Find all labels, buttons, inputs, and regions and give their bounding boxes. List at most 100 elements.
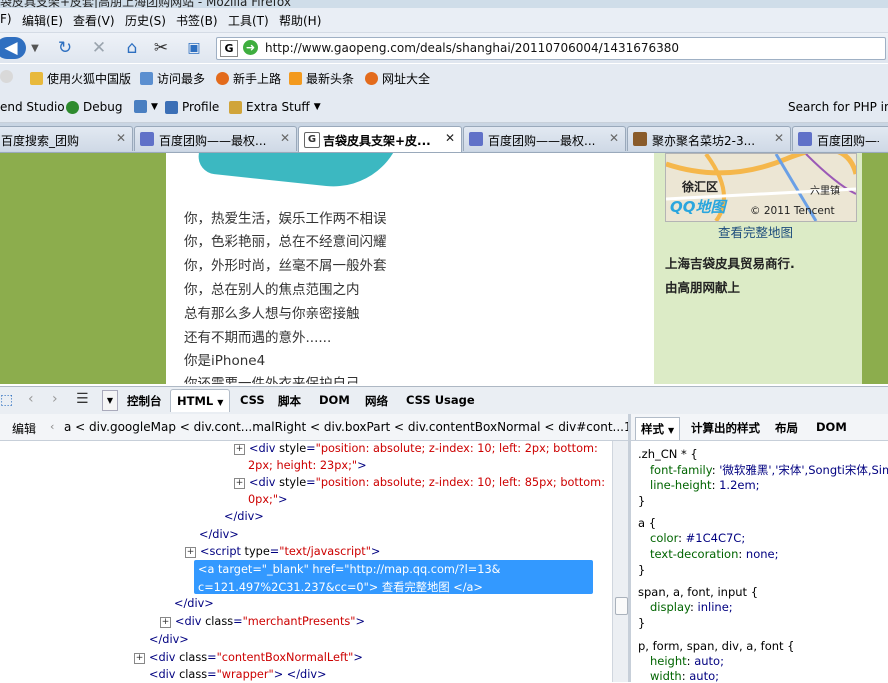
css-selector[interactable]: p, form, span, div, a, font { [638,639,795,653]
bookmark-site-directory[interactable]: 网址大全 [365,70,430,87]
chevron-left-icon[interactable]: ‹ [50,420,54,433]
tab-baidu-tuangou-2[interactable]: 百度团购——最权... ✕ [463,126,626,151]
html-node[interactable]: + <div class="contentBoxNormalLeft"> [134,651,363,664]
window-title-bar: 袋皮具支架+皮套|高朋上海团购网站 - Mozilla Firefox [0,0,888,8]
html-node[interactable]: + <div style="position: absolute; z-index… [234,476,605,489]
css-declaration[interactable]: width: auto; [650,669,719,683]
html-close-tag[interactable]: </div> [199,528,239,541]
close-icon[interactable]: ✕ [116,131,126,145]
bookmark-getting-started[interactable]: 新手上路 [216,70,281,87]
menu-history[interactable]: 历史(S) [125,12,166,29]
paw-icon [798,132,812,146]
html-node[interactable]: <div class="wrapper"> </div> [149,668,327,681]
bookmark-firefox-china[interactable]: 使用火狐中国版 [30,70,131,87]
search-php-field[interactable]: Search for PHP in [788,100,888,114]
side-panel-tabs: 样式 ▼ 计算出的样式 布局 DOM [631,414,888,441]
menu-edit[interactable]: 编辑(E) [22,12,63,29]
fb-tab-css-usage[interactable]: CSS Usage [406,393,475,407]
map-thumbnail[interactable]: 徐汇区 六里镇 QQ地图 © 2011 Tencent [665,153,857,222]
css-declaration[interactable]: font-family: '微软雅黑','宋体',Songti宋体,SimSu [650,462,888,478]
paw-icon [469,132,483,146]
expand-icon[interactable]: + [234,477,245,489]
debug-button[interactable]: Debug [66,100,122,114]
fb-tab-html[interactable]: HTML ▼ [170,389,231,412]
css-declaration[interactable]: height: auto; [650,654,724,668]
scrollbar-thumb[interactable] [615,597,628,615]
expand-icon[interactable]: + [160,616,171,628]
menu-tools[interactable]: 工具(T) [228,12,269,29]
menu-bookmarks[interactable]: 书签(B) [176,12,218,29]
side-tab-style[interactable]: 样式 ▼ [635,417,681,440]
menu-view[interactable]: 查看(V) [73,12,115,29]
extra-stuff-button[interactable]: Extra Stuff ▼ [229,100,321,114]
history-dropdown-button[interactable]: ▼ [24,37,46,59]
fb-tab-console[interactable]: 控制台 [127,393,162,409]
html-close-tag[interactable]: </div> [149,633,189,646]
selected-node-line[interactable]: c=121.497%2C31.237&cc=0"> 查看完整地图 </a> [198,579,483,595]
home-button[interactable]: ⌂ [121,37,143,59]
breadcrumb[interactable]: a < div.googleMap < div.cont...malRight … [64,420,638,434]
close-icon[interactable]: ✕ [445,131,455,145]
fb-tab-dom[interactable]: DOM [319,393,350,407]
side-tab-dom[interactable]: DOM [816,420,847,434]
tab-juyiju[interactable]: 聚亦聚名菜坊2-3... ✕ [627,126,791,151]
firefox-icon [216,72,229,85]
side-tab-layout[interactable]: 布局 [775,420,798,436]
paw-icon [140,132,154,146]
html-close-tag[interactable]: </div> [224,510,264,523]
selected-node-line[interactable]: <a target="_blank" href="http://map.qq.c… [198,563,500,576]
back-icon[interactable]: ‹ [28,391,34,407]
css-selector[interactable]: a { [638,516,656,530]
bookmark-latest-headlines[interactable]: 最新头条 [289,70,354,87]
url-input[interactable]: http://www.gaopeng.com/deals/shanghai/20… [265,41,679,55]
reload-icon: ↻ [57,38,73,58]
close-icon[interactable]: ✕ [280,131,290,145]
tab-baidu-search[interactable]: 百度搜索_团购 ✕ [0,126,133,151]
html-node[interactable]: + <div style="position: absolute; z-index… [234,442,598,455]
html-panel-scrollbar[interactable] [612,441,629,682]
zend-studio-button[interactable]: end Studio [0,100,65,114]
css-declaration[interactable]: line-height: 1.2em; [650,478,760,492]
css-declaration[interactable]: display: inline; [650,600,733,614]
fb-tab-net[interactable]: 网络 [365,393,388,409]
tab-baidu-tuangou-1[interactable]: 百度团购——最权... ✕ [134,126,297,151]
expand-icon[interactable]: + [134,652,145,664]
css-selector[interactable]: span, a, font, input { [638,585,758,599]
tab-baidu-tuangou-3[interactable]: 百度团购—— [792,126,888,151]
forward-icon[interactable]: › [52,391,58,407]
edit-button[interactable]: 编辑 [12,420,36,437]
poem-line: 你是iPhone4 [184,353,266,369]
profile-button[interactable]: Profile [165,100,219,114]
go-icon[interactable]: ➜ [243,40,258,55]
firefox-icon [365,72,378,85]
view-full-map-link[interactable]: 查看完整地图 [718,222,793,241]
menu-help[interactable]: 帮助(H) [279,12,321,29]
back-button[interactable]: ◀ [0,37,26,59]
html-node[interactable]: + <script type="text/javascript"> [185,545,380,558]
window-button[interactable]: ▣ [183,37,205,59]
expand-icon[interactable]: + [185,546,196,558]
side-tab-computed[interactable]: 计算出的样式 [691,420,760,436]
css-declaration[interactable]: color: #1C4C7C; [650,531,745,545]
css-selector[interactable]: .zh_CN * { [638,447,698,461]
close-icon[interactable]: ✕ [774,131,784,145]
inspect-icon[interactable]: ⬚ [0,392,13,408]
menu-icon[interactable]: ☰ [76,391,89,407]
close-icon[interactable]: ✕ [609,131,619,145]
menu-file[interactable]: F) [0,12,12,26]
cut-button[interactable]: ✂ [150,37,172,59]
css-declaration[interactable]: text-decoration: none; [650,547,779,561]
panel-dropdown-button[interactable]: ▼ [102,390,118,411]
bookmark-most-visited[interactable]: 访问最多 [140,70,205,87]
html-close-tag[interactable]: </div> [174,597,214,610]
html-node-cont: 0px;"> [248,493,288,506]
reload-button[interactable]: ↻ [54,37,76,59]
tab-active-deal[interactable]: G 吉袋皮具支架+皮... ✕ [298,126,462,152]
fb-tab-script[interactable]: 脚本 [278,393,301,409]
html-node[interactable]: + <div class="merchantPresents"> [160,615,365,628]
dev-options-button[interactable]: ▼ [134,100,158,113]
expand-icon[interactable]: + [234,443,245,455]
url-bar[interactable]: G ➜ http://www.gaopeng.com/deals/shangha… [216,37,886,60]
fb-tab-css[interactable]: CSS [240,393,265,407]
stop-button[interactable]: ✕ [88,37,110,59]
